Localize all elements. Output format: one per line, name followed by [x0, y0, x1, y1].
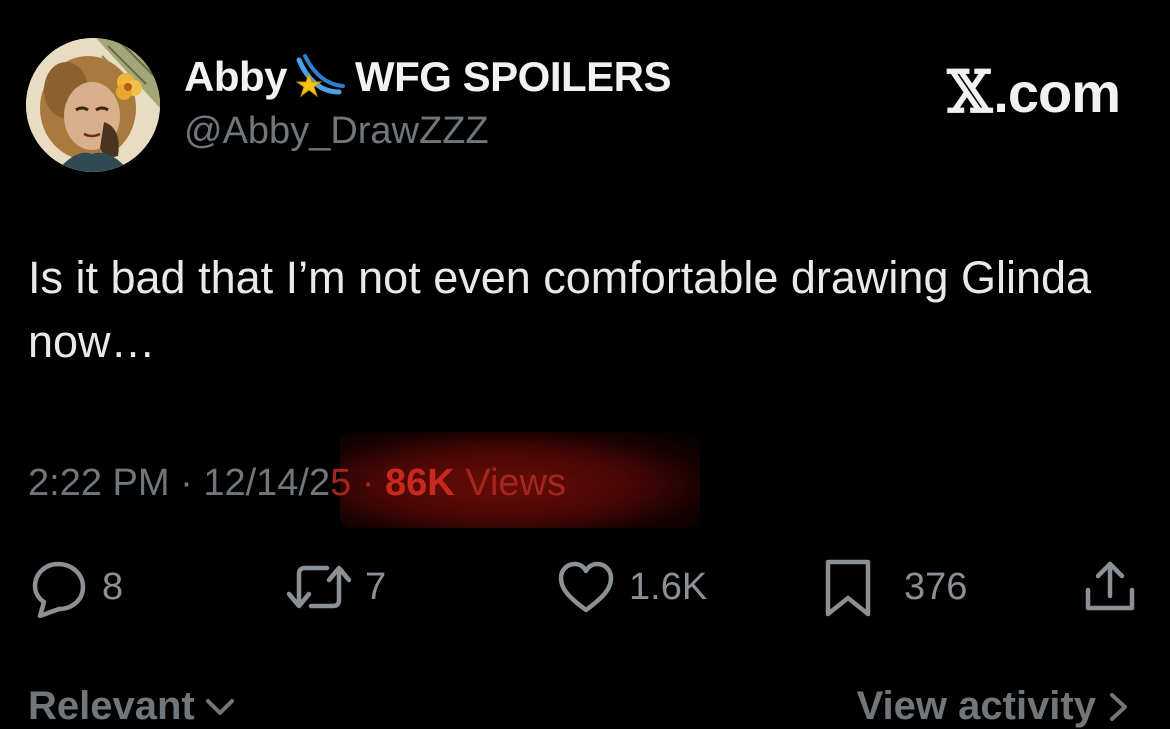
meta-separator: ·: [180, 462, 193, 504]
view-activity-label: View activity: [856, 684, 1096, 728]
views-label[interactable]: Views: [465, 462, 566, 504]
action-bar: 8 7 1.6K 376: [0, 555, 1170, 625]
meta-separator-2: ·: [361, 462, 375, 504]
x-icon: 𝕏: [947, 58, 992, 126]
reply-count: 8: [102, 565, 124, 608]
avatar[interactable]: [26, 38, 160, 172]
reply-icon: [32, 561, 86, 618]
sort-label: Relevant: [28, 684, 195, 728]
brand-label: .com: [993, 60, 1121, 124]
x-logo-watermark: 𝕏 .com: [947, 58, 1121, 126]
like-count: 1.6K: [629, 565, 708, 608]
author-handle[interactable]: @Abby_DrawZZZ: [184, 110, 489, 153]
sort-replies-dropdown[interactable]: Relevant: [28, 684, 237, 729]
like-button[interactable]: 1.6K: [555, 555, 707, 619]
repost-button[interactable]: 7: [285, 555, 386, 619]
reply-button[interactable]: 8: [28, 555, 123, 619]
tweet-text: Is it bad that I’m not even comfortable …: [28, 252, 1092, 367]
views-count[interactable]: 86K: [385, 462, 455, 504]
author-name[interactable]: Abby: [184, 53, 288, 101]
repost-icon: [286, 565, 352, 609]
bookmark-button[interactable]: 376: [820, 555, 967, 619]
bookmark-count: 376: [904, 565, 968, 608]
view-activity-link[interactable]: View activity: [857, 684, 1132, 729]
share-button[interactable]: [1080, 555, 1140, 619]
share-icon: [1085, 561, 1135, 611]
tweet-meta: 2:22 PM · 12/14/25 · 86K Views: [28, 462, 566, 505]
chevron-right-icon: [1110, 692, 1127, 721]
bookmark-icon: [825, 559, 871, 617]
chevron-down-icon: [205, 698, 234, 715]
author-name-suffix: WFG SPOILERS: [355, 53, 672, 100]
heart-icon: [558, 561, 614, 613]
repost-count: 7: [365, 565, 387, 608]
tweet-date: 12/14/2: [203, 462, 331, 504]
tweet-time: 2:22 PM: [28, 462, 170, 504]
comet-icon: [293, 52, 351, 102]
author-display-name[interactable]: Abby WFG SPOILERS: [184, 52, 672, 102]
tweet-date-tail: 5: [330, 462, 352, 504]
